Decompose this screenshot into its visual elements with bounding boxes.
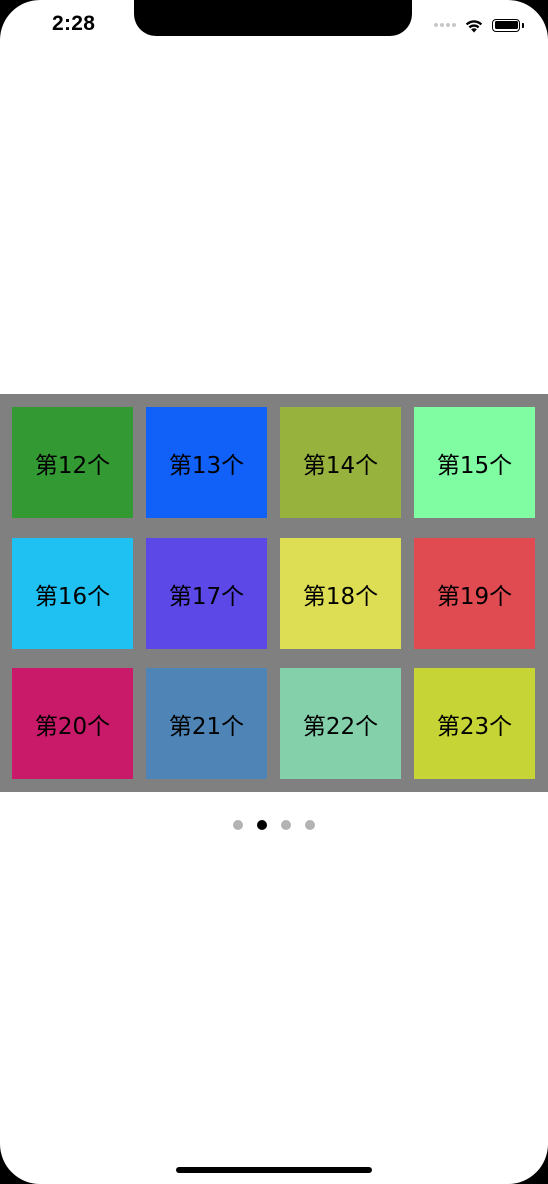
status-indicators xyxy=(434,14,524,36)
device-notch xyxy=(134,0,412,36)
grid-cell[interactable]: 第18个 xyxy=(280,538,401,649)
page-control[interactable] xyxy=(0,820,548,830)
grid-cell[interactable]: 第16个 xyxy=(12,538,133,649)
home-indicator[interactable] xyxy=(176,1167,372,1173)
grid-cell[interactable]: 第21个 xyxy=(146,668,267,779)
cellular-signal-icon xyxy=(434,23,456,27)
status-time: 2:28 xyxy=(52,12,96,35)
page-dot[interactable] xyxy=(281,820,291,830)
grid-cell[interactable]: 第12个 xyxy=(12,407,133,518)
collection-grid[interactable]: 第12个 第13个 第14个 第15个第16个 第17个 第18个 第19个第20个 第21个… xyxy=(0,394,548,792)
battery-icon xyxy=(492,18,524,32)
grid-cell[interactable]: 第22个 xyxy=(280,668,401,779)
grid-cell[interactable]: 第19个 xyxy=(414,538,535,649)
grid-cell[interactable]: 第14个 xyxy=(280,407,401,518)
phone-screen: 2:28 第12个 第13个 第14个 第15个第16个 第17个 第18个 第19个第20… xyxy=(0,0,548,1184)
grid-cell[interactable]: 第15个 xyxy=(414,407,535,518)
grid-cell[interactable]: 第23个 xyxy=(414,668,535,779)
grid-cell[interactable]: 第17个 xyxy=(146,538,267,649)
page-dot[interactable] xyxy=(257,820,267,830)
page-dot[interactable] xyxy=(233,820,243,830)
page-dot[interactable] xyxy=(305,820,315,830)
grid-cell[interactable]: 第13个 xyxy=(146,407,267,518)
wifi-icon xyxy=(465,19,483,32)
grid-cell[interactable]: 第20个 xyxy=(12,668,133,779)
